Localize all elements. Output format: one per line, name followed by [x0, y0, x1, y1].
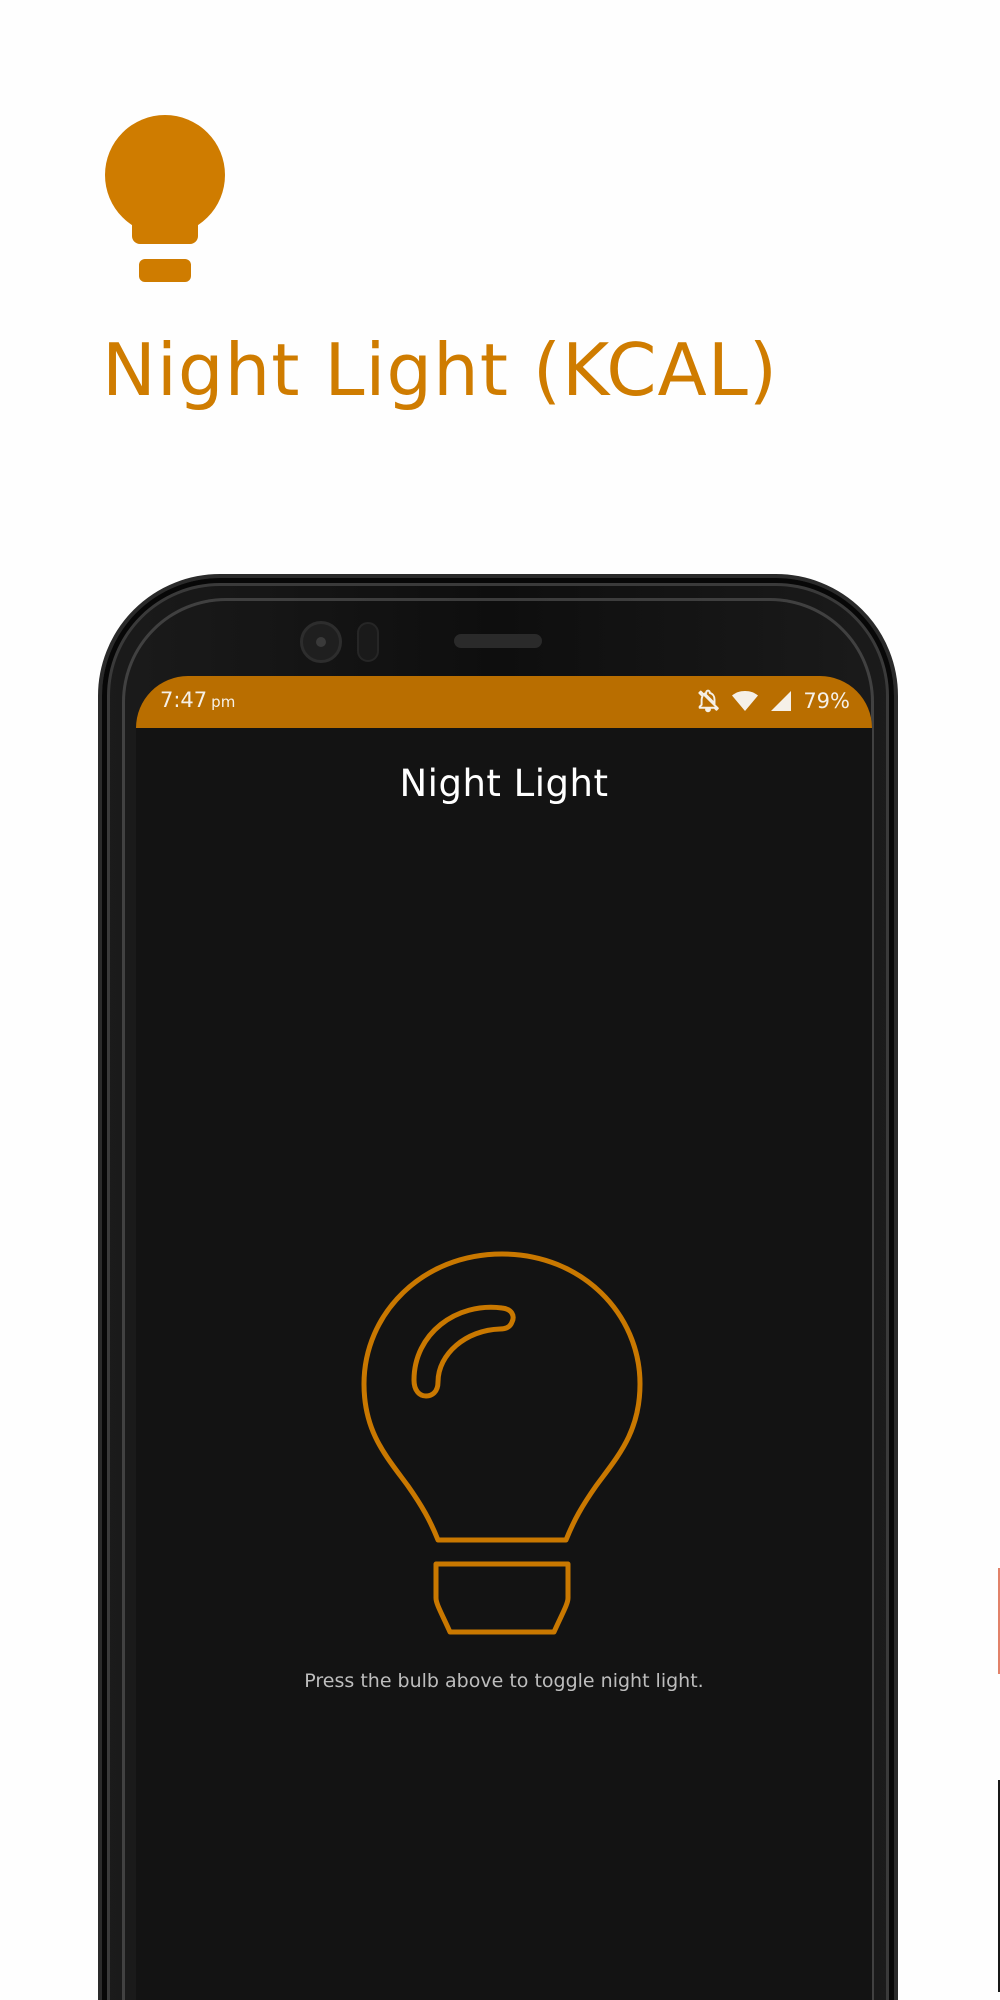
hint-text: Press the bulb above to toggle night lig…: [304, 1670, 704, 1692]
status-time-ampm: pm: [211, 693, 236, 711]
status-time: 7:47 pm: [160, 688, 235, 712]
battery-percentage: 79%: [803, 689, 850, 713]
status-time-value: 7:47: [160, 688, 208, 712]
phone-screen: 7:47 pm 79% Night Light Press the bulb a…: [136, 676, 872, 2000]
lightbulb-outline-icon[interactable]: [360, 1250, 644, 1640]
phone-frame: 7:47 pm 79% Night Light Press the bulb a…: [98, 574, 1000, 2000]
status-icons: 79%: [695, 686, 850, 716]
lightbulb-filled-icon: [105, 115, 225, 282]
wifi-icon: [732, 691, 759, 711]
promo-page: Night Light (KCAL) 7:47 pm 79% Night Lig…: [0, 0, 1000, 2000]
earpiece-speaker: [454, 634, 542, 648]
cell-signal-icon: [771, 691, 792, 711]
front-camera: [300, 621, 342, 663]
status-bar: 7:47 pm 79%: [136, 676, 872, 728]
promo-title: Night Light (KCAL): [102, 328, 778, 412]
notifications-off-icon: [698, 689, 720, 713]
proximity-sensor: [357, 622, 379, 662]
app-title: Night Light: [399, 762, 609, 805]
